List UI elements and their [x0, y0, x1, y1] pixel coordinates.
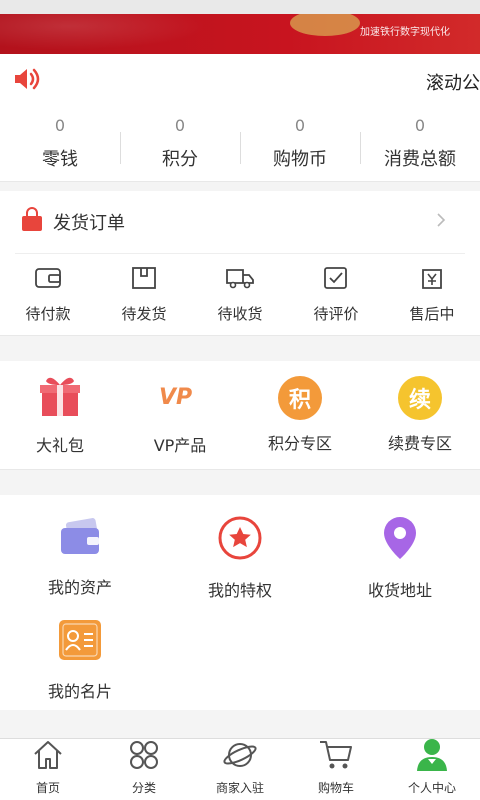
stat-label: 购物币	[273, 149, 327, 170]
renew-badge-icon: 续	[398, 376, 442, 420]
status-bar	[0, 0, 480, 14]
renewal-zone-entry[interactable]: 续 续费专区	[360, 361, 480, 469]
order-status-label: 售后中	[409, 305, 455, 323]
stat-value: 0	[174, 116, 186, 135]
tab-category[interactable]: 分类	[96, 739, 192, 800]
order-pending-receipt[interactable]: 待收货	[192, 254, 288, 335]
gift-pack-entry[interactable]: 大礼包	[0, 361, 120, 469]
wallet-icon	[34, 265, 62, 295]
tab-label: 首页	[35, 781, 60, 795]
shop-label: 续费专区	[387, 434, 452, 453]
vp-products-entry[interactable]: VP VP产品	[120, 361, 240, 469]
tab-cart[interactable]: 购物车	[288, 739, 384, 800]
stat-label: 积分	[162, 149, 198, 170]
top-banner[interactable]: 加速铁行数字现代化	[0, 14, 480, 54]
bottom-tab-bar: 首页 分类 商家入驻 购物车 个人中心	[0, 738, 480, 800]
shop-label: 大礼包	[35, 436, 84, 455]
section-divider	[0, 469, 480, 495]
package-icon	[130, 265, 158, 295]
star-badge-icon	[217, 515, 263, 565]
stat-value: 0	[54, 116, 66, 135]
order-pending-review[interactable]: 待评价	[288, 254, 384, 335]
section-divider	[0, 335, 480, 361]
yen-refund-icon	[418, 265, 446, 295]
stat-shopping-coins[interactable]: 0 购物币	[240, 106, 360, 181]
category-icon	[127, 738, 161, 776]
account-stats: 0 零钱 0 积分 0 购物币 0 消费总额	[0, 106, 480, 181]
shop-section: 大礼包 VP VP产品 积 积分专区 续 续费专区	[0, 361, 480, 469]
shopping-bag-icon	[19, 207, 45, 237]
my-privileges-entry[interactable]: 我的特权	[160, 507, 320, 609]
chevron-right-icon	[435, 211, 447, 234]
notice-bar[interactable]: 滚动公	[0, 54, 480, 106]
order-pending-shipment[interactable]: 待发货	[96, 254, 192, 335]
tab-home[interactable]: 首页	[0, 739, 96, 800]
cart-icon	[318, 738, 354, 776]
service-label: 收货地址	[367, 581, 432, 600]
service-label: 我的特权	[207, 581, 272, 600]
order-status-label: 待发货	[121, 305, 167, 323]
gift-icon	[37, 374, 83, 422]
points-zone-entry[interactable]: 积 积分专区	[240, 361, 360, 469]
banner-decoration	[0, 14, 230, 54]
order-status-label: 待收货	[217, 305, 263, 323]
section-divider	[0, 181, 480, 191]
shop-label: 积分专区	[267, 434, 332, 453]
notice-scroll-text: 滚动公	[426, 73, 480, 94]
stat-points[interactable]: 0 积分	[120, 106, 240, 181]
stat-value: 0	[414, 116, 426, 135]
service-label: 我的名片	[47, 682, 112, 701]
my-assets-entry[interactable]: 我的资产	[0, 507, 160, 609]
location-pin-icon	[380, 515, 420, 565]
stat-total-spent[interactable]: 0 消费总额	[360, 106, 480, 181]
orders-section: 发货订单 待付款 待发货 待收货 待评价 售后中	[0, 191, 480, 335]
order-status-row: 待付款 待发货 待收货 待评价 售后中	[0, 254, 480, 335]
review-check-icon	[322, 265, 350, 295]
tab-personal-center[interactable]: 个人中心	[384, 739, 480, 800]
banner-slogan: 加速铁行数字现代化	[360, 27, 450, 38]
order-pending-payment[interactable]: 待付款	[0, 254, 96, 335]
tab-label: 商家入驻	[215, 781, 264, 795]
tab-label: 个人中心	[407, 781, 456, 795]
order-status-label: 待付款	[25, 305, 71, 323]
shipping-address-entry[interactable]: 收货地址	[320, 507, 480, 609]
speaker-icon	[12, 66, 42, 96]
business-card-icon	[57, 618, 103, 666]
service-label: 我的资产	[47, 578, 112, 597]
home-icon	[31, 738, 65, 776]
orders-title: 发货订单	[53, 213, 125, 234]
services-section: 我的资产 我的特权 收货地址 我的名片	[0, 495, 480, 710]
stat-value: 0	[294, 116, 306, 135]
wallet-card-icon	[57, 518, 103, 562]
stat-label: 零钱	[42, 149, 78, 170]
page: 加速铁行数字现代化 滚动公 0 零钱 0 积分 0 购物币 0 消费总额 发货订…	[0, 0, 480, 800]
shop-label: VP产品	[153, 436, 207, 455]
tab-label: 分类	[131, 781, 156, 795]
order-after-sales[interactable]: 售后中	[384, 254, 480, 335]
tab-merchant-join[interactable]: 商家入驻	[192, 739, 288, 800]
my-business-card-entry[interactable]: 我的名片	[0, 609, 160, 711]
stat-change[interactable]: 0 零钱	[0, 106, 120, 181]
points-badge-icon: 积	[278, 376, 322, 420]
orders-header[interactable]: 发货订单	[15, 191, 465, 254]
tab-label: 购物车	[317, 781, 354, 795]
banner-gold-graphic	[290, 14, 360, 36]
vp-logo-text: VP	[159, 385, 192, 410]
planet-icon	[222, 738, 258, 776]
vp-logo-icon: VP	[155, 374, 205, 422]
stat-label: 消费总额	[384, 149, 456, 170]
user-icon	[414, 736, 450, 776]
truck-icon	[225, 265, 255, 295]
order-status-label: 待评价	[313, 305, 359, 323]
